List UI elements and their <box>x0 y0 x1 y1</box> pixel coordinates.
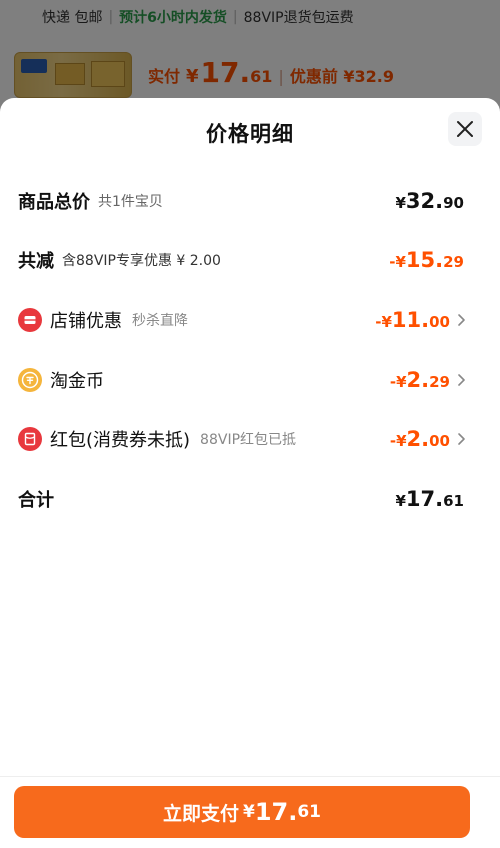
amount-int: 2. <box>406 427 430 451</box>
currency: -¥ <box>375 313 392 331</box>
amount-int: 32. <box>405 189 444 213</box>
pay-button-currency: ¥ <box>242 802 255 822</box>
row-tao-coin[interactable]: 淘金币 -¥ 2. 29 <box>18 365 466 395</box>
chevron-right-icon <box>458 433 465 445</box>
row-amount: ¥ 32. 90 <box>395 189 464 213</box>
amount-dec: 00 <box>429 432 450 450</box>
currency: ¥ <box>395 492 406 510</box>
chevron-right-icon <box>458 314 465 326</box>
row-item-total: 商品总价 共1件宝贝 ¥ 32. 90 <box>18 186 464 216</box>
amount-dec: 29 <box>429 373 450 391</box>
row-amount: -¥ 15. 29 <box>389 248 464 272</box>
row-amount: ¥ 17. 61 <box>395 487 464 511</box>
row-label: 合计 <box>18 490 54 511</box>
currency: ¥ <box>395 194 406 212</box>
amount-int: 2. <box>406 368 430 392</box>
row-sub: 含88VIP专享优惠 ¥ 2.00 <box>62 253 221 269</box>
pay-now-button[interactable]: 立即支付 ¥ 17. 61 <box>14 786 470 838</box>
row-label: 店铺优惠 <box>50 311 122 332</box>
sheet-title: 价格明细 <box>206 122 294 146</box>
row-sub: 共1件宝贝 <box>98 194 163 210</box>
red-packet-icon <box>18 427 42 451</box>
row-grand-total: 合计 ¥ 17. 61 <box>18 484 464 514</box>
amount-dec: 00 <box>429 313 450 331</box>
close-icon <box>457 121 473 137</box>
pay-button-label: 立即支付 <box>162 802 239 825</box>
pay-button-amount-dec: 61 <box>297 802 322 822</box>
row-label: 淘金币 <box>50 371 104 392</box>
shop-icon <box>18 308 42 332</box>
pay-button-amount-int: 17. <box>254 798 298 826</box>
row-total-reduction: 共减 含88VIP专享优惠 ¥ 2.00 -¥ 15. 29 <box>18 245 464 275</box>
row-amount: -¥ 2. 29 <box>390 368 450 392</box>
row-label: 红包(消费券未抵) <box>50 430 191 451</box>
amount-int: 11. <box>391 308 430 332</box>
amount-dec: 90 <box>443 194 464 212</box>
row-label: 共减 <box>18 251 54 272</box>
row-shop-discount[interactable]: 店铺优惠 秒杀直降 -¥ 11. 00 <box>18 305 466 335</box>
amount-dec: 61 <box>443 492 464 510</box>
row-label: 商品总价 <box>18 192 90 213</box>
row-amount: -¥ 2. 00 <box>390 427 450 451</box>
coin-icon <box>18 368 42 392</box>
chevron-right-icon <box>458 374 465 386</box>
row-sub: 秒杀直降 <box>132 313 188 329</box>
currency: -¥ <box>389 432 407 450</box>
currency: -¥ <box>389 253 406 271</box>
bottom-divider <box>0 776 500 777</box>
currency: -¥ <box>389 373 407 391</box>
price-detail-sheet: 价格明细 商品总价 共1件宝贝 ¥ 32. 90 共减 含88VIP专享优惠 ¥… <box>0 98 500 848</box>
row-amount: -¥ 11. 00 <box>375 308 450 332</box>
row-sub: 88VIP红包已抵 <box>200 432 297 448</box>
row-red-packet[interactable]: 红包(消费券未抵) 88VIP红包已抵 -¥ 2. 00 <box>18 424 466 454</box>
amount-dec: 29 <box>443 253 464 271</box>
amount-int: 17. <box>405 487 444 511</box>
amount-int: 15. <box>405 248 444 272</box>
close-button[interactable] <box>448 112 482 146</box>
